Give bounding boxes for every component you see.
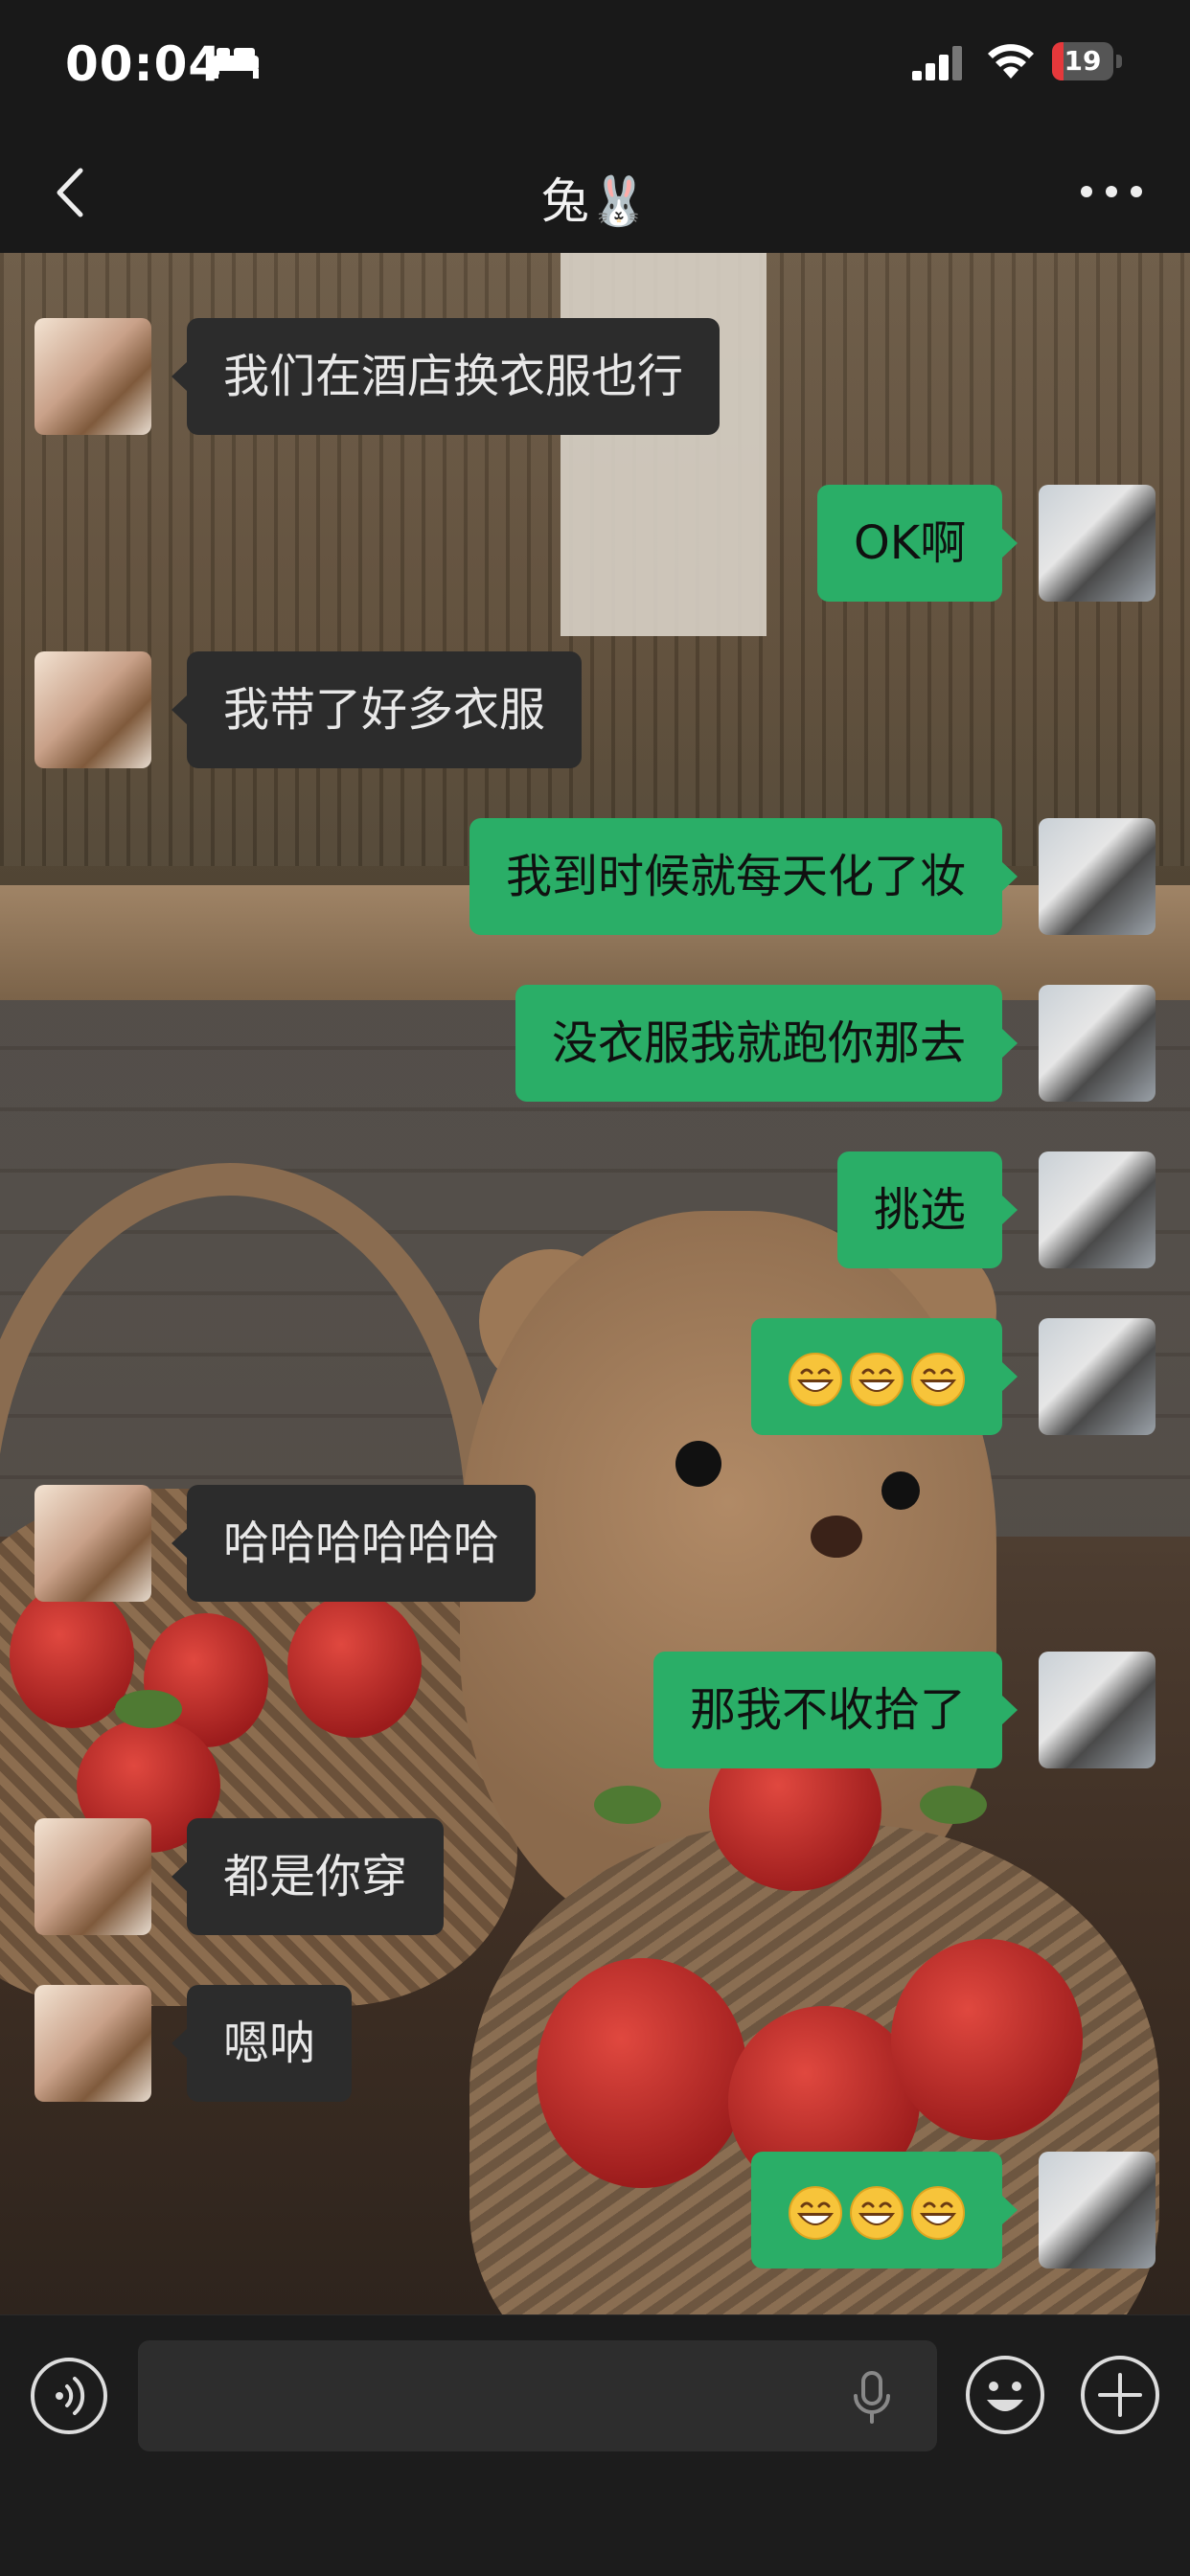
message-bubble[interactable]: 哈哈哈哈哈哈 — [171, 1485, 537, 1602]
my-avatar[interactable] — [1039, 1318, 1156, 1435]
wallpaper-bear-nose — [811, 1516, 862, 1558]
message-bubble[interactable]: OK啊 — [817, 485, 1018, 602]
message-text: 我们在酒店换衣服也行 — [223, 350, 684, 403]
signal-icon — [912, 46, 962, 80]
status-time: 00:04 — [65, 36, 223, 92]
message-bubble[interactable]: 都是你穿 — [171, 1818, 445, 1935]
battery-indicator: 19 — [1052, 42, 1123, 80]
contact-avatar[interactable] — [34, 1818, 151, 1935]
contact-avatar[interactable] — [34, 1485, 151, 1602]
more-options-button[interactable] — [1073, 163, 1150, 220]
message-bubble[interactable] — [751, 1318, 1018, 1435]
wallpaper-scroll — [561, 253, 767, 636]
my-avatar[interactable] — [1039, 1151, 1156, 1268]
emoji-group — [788, 2185, 966, 2241]
grin-icon — [850, 2186, 904, 2240]
message-bubble[interactable]: 我们在酒店换衣服也行 — [171, 318, 721, 435]
message-bubble[interactable]: 我带了好多衣服 — [171, 651, 583, 768]
contact-avatar[interactable] — [34, 318, 151, 435]
grin-icon — [789, 2186, 842, 2240]
grin-icon — [850, 1353, 904, 1406]
wallpaper-strawberry — [891, 1939, 1083, 2140]
smiley-icon[interactable] — [964, 2354, 1046, 2436]
grin-icon — [789, 1353, 842, 1406]
message-text: 我到时候就每天化了妆 — [506, 850, 967, 903]
message-text: 嗯呐 — [223, 2017, 316, 2070]
my-avatar[interactable] — [1039, 818, 1156, 935]
wallpaper-bear-eye — [881, 1471, 920, 1510]
chat-title: 兔🐰 — [540, 173, 650, 229]
wallpaper-leaf — [920, 1786, 987, 1824]
plus-icon[interactable] — [1079, 2354, 1161, 2436]
message-bubble[interactable]: 挑选 — [837, 1151, 1018, 1268]
message-bubble[interactable] — [751, 2152, 1018, 2268]
my-avatar[interactable] — [1039, 1652, 1156, 1768]
emoji-group — [788, 1352, 966, 1407]
chat-message-list[interactable]: 我们在酒店换衣服也行 OK啊我带了好多衣服我到时候就每天化了妆没衣服我就跑你那去挑… — [0, 253, 1190, 2314]
mic-icon[interactable] — [849, 2371, 895, 2425]
wifi-icon — [988, 44, 1034, 79]
message-text: 我带了好多衣服 — [223, 683, 546, 737]
message-input[interactable] — [138, 2340, 937, 2451]
message-text: 哈哈哈哈哈哈 — [223, 1516, 500, 1570]
input-bar — [0, 2314, 1190, 2576]
my-avatar[interactable] — [1039, 2152, 1156, 2268]
wallpaper-leaf — [594, 1786, 661, 1824]
grin-icon — [911, 1353, 965, 1406]
wallpaper-strawberry — [537, 1958, 747, 2188]
message-bubble[interactable]: 嗯呐 — [171, 1985, 353, 2102]
message-text: 没衣服我就跑你那去 — [552, 1016, 967, 1070]
wallpaper-leaf — [115, 1690, 182, 1728]
message-text: 挑选 — [874, 1183, 967, 1237]
wallpaper-bear-eye — [675, 1441, 721, 1487]
message-text: OK啊 — [854, 516, 967, 570]
message-text: 都是你穿 — [223, 1850, 408, 1904]
grin-icon — [911, 2186, 965, 2240]
battery-percent: 19 — [1064, 45, 1102, 77]
message-bubble[interactable]: 我到时候就每天化了妆 — [469, 818, 1018, 935]
wallpaper-strawberry — [287, 1594, 422, 1738]
message-text: 那我不收拾了 — [690, 1683, 967, 1737]
chat-header: 兔🐰 — [0, 134, 1190, 254]
my-avatar[interactable] — [1039, 485, 1156, 602]
voice-icon[interactable] — [29, 2356, 109, 2436]
status-bar: 00:04 19 — [0, 0, 1190, 134]
sleep-mode-icon — [213, 48, 259, 79]
message-bubble[interactable]: 没衣服我就跑你那去 — [515, 985, 1018, 1102]
contact-avatar[interactable] — [34, 1985, 151, 2102]
my-avatar[interactable] — [1039, 985, 1156, 1102]
contact-avatar[interactable] — [34, 651, 151, 768]
message-bubble[interactable]: 那我不收拾了 — [653, 1652, 1018, 1768]
